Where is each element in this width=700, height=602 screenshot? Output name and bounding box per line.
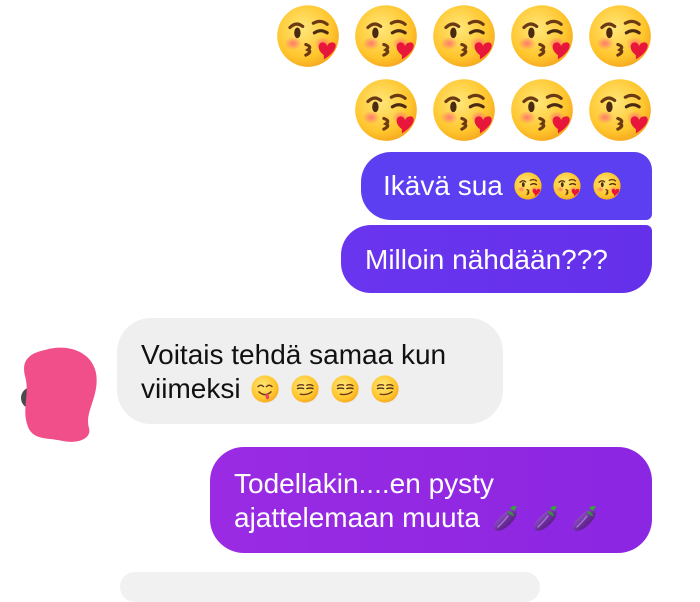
message-text: Milloin nähdään???	[365, 244, 608, 275]
message-text: ajattelemaan muuta	[234, 502, 480, 533]
kissing-heart-emoji-icon	[352, 76, 420, 144]
message-line: Todellakin....en pysty	[234, 468, 494, 499]
smirk-emoji-icon	[330, 374, 360, 404]
yum-emoji-icon	[250, 374, 280, 404]
eggplant-emoji-icon	[490, 503, 520, 533]
kissing-heart-emoji-icon	[352, 2, 420, 70]
eggplant-emoji-icon	[530, 503, 560, 533]
smirk-emoji-icon	[290, 374, 320, 404]
outgoing-message-bubble[interactable]: Todellakin....en pysty ajattelemaan muut…	[210, 447, 652, 553]
big-emoji-message[interactable]	[260, 2, 654, 144]
kissing-heart-emoji-icon	[586, 76, 654, 144]
kissing-heart-emoji-icon	[592, 171, 622, 201]
kissing-heart-emoji-icon	[274, 2, 342, 70]
kissing-heart-emoji-icon	[513, 171, 543, 201]
partial-incoming-message-bubble[interactable]	[120, 572, 540, 602]
message-text: Ikävä sua	[383, 170, 503, 201]
message-text: viimeksi	[141, 373, 241, 404]
message-line: Voitais tehdä samaa kun	[141, 339, 447, 370]
redacted-avatar[interactable]	[20, 340, 98, 444]
kissing-heart-emoji-icon	[508, 2, 576, 70]
message-line: viimeksi	[141, 372, 483, 406]
kissing-heart-emoji-icon	[430, 2, 498, 70]
kissing-heart-emoji-icon	[586, 2, 654, 70]
incoming-message-bubble[interactable]: Voitais tehdä samaa kun viimeksi	[117, 318, 503, 424]
smirk-emoji-icon	[370, 374, 400, 404]
kissing-heart-emoji-icon	[508, 76, 576, 144]
outgoing-message-bubble[interactable]: Ikävä sua	[361, 152, 652, 220]
kissing-heart-emoji-icon	[430, 76, 498, 144]
kissing-heart-emoji-icon	[552, 171, 582, 201]
eggplant-emoji-icon	[569, 503, 599, 533]
message-line: ajattelemaan muuta	[234, 501, 632, 535]
outgoing-message-bubble[interactable]: Milloin nähdään???	[341, 225, 652, 293]
